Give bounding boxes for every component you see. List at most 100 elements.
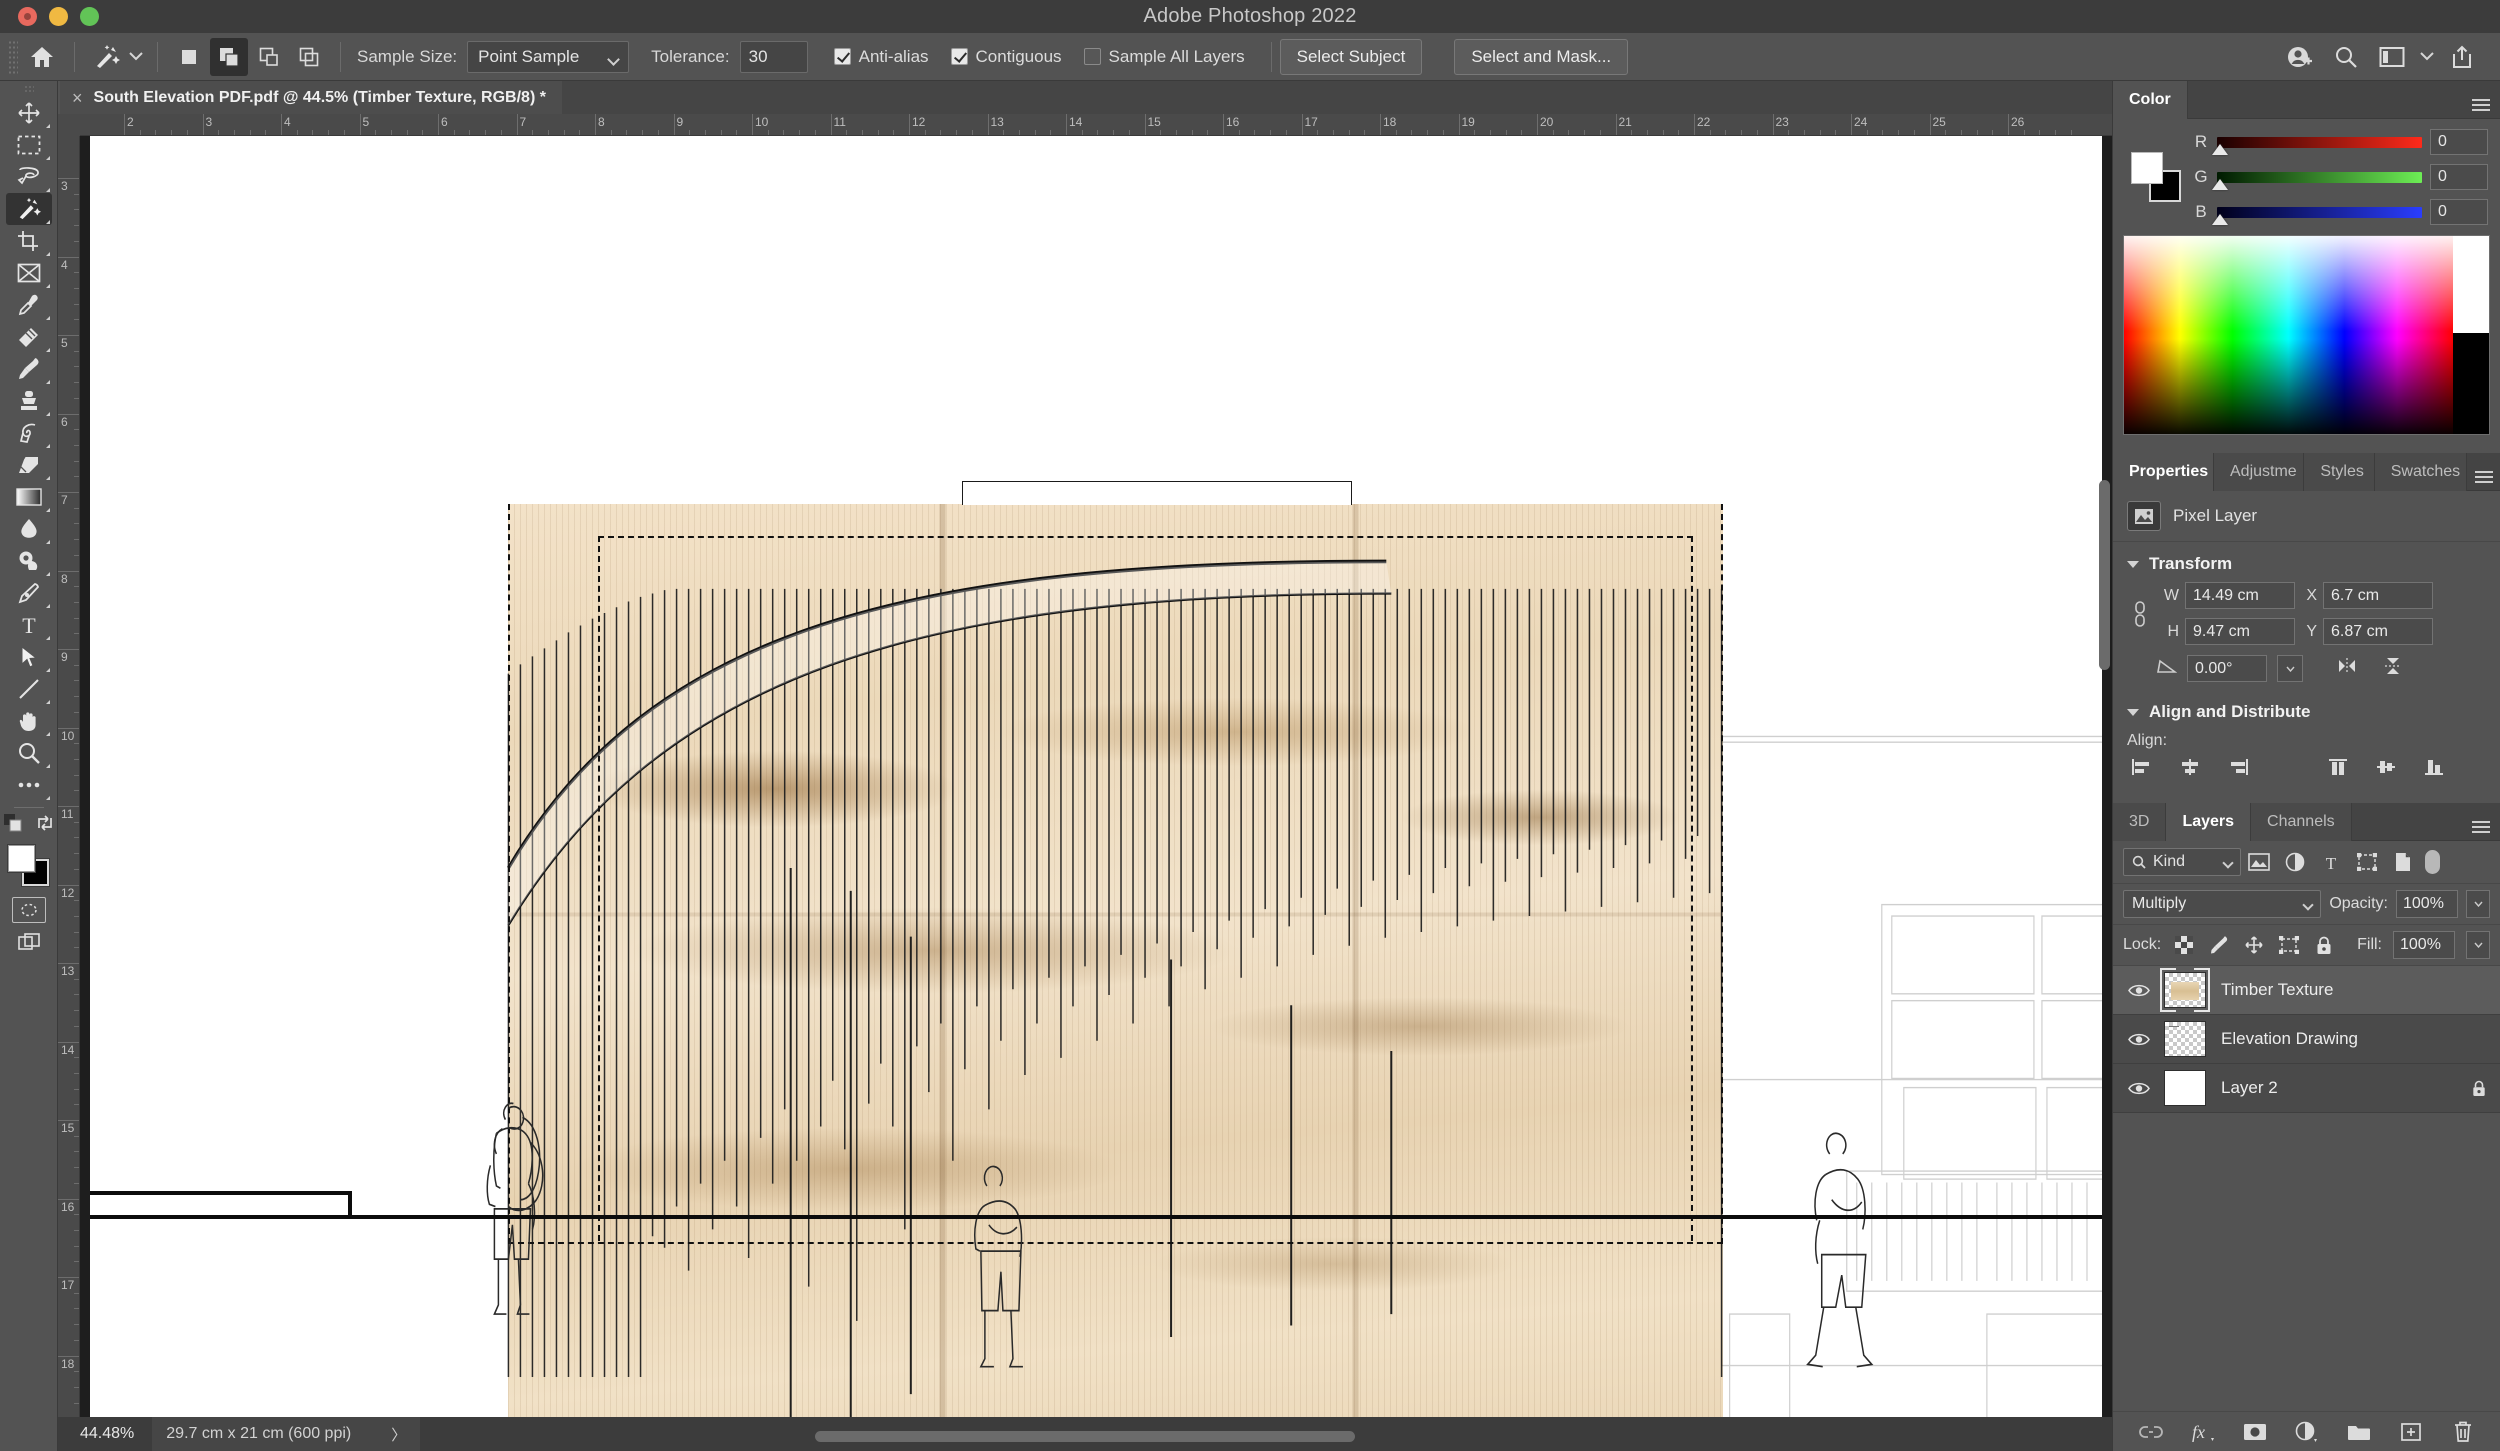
shape-filter-icon[interactable] — [2349, 848, 2385, 876]
spot-healing-brush-tool[interactable] — [6, 321, 52, 353]
tab-properties[interactable]: Properties — [2113, 452, 2214, 491]
new-selection-button[interactable] — [170, 38, 208, 76]
rectangular-marquee-tool[interactable] — [6, 129, 52, 161]
anti-alias-checkbox[interactable]: Anti-alias — [833, 47, 929, 67]
delete-layer-icon[interactable] — [2450, 1419, 2476, 1445]
eraser-tool[interactable] — [6, 449, 52, 481]
blue-slider-row[interactable]: B 0 — [2193, 199, 2488, 225]
layer-visibility-toggle[interactable] — [2119, 1032, 2159, 1047]
green-slider-track[interactable] — [2212, 171, 2422, 190]
blue-slider-track[interactable] — [2212, 206, 2422, 225]
add-to-selection-button[interactable] — [210, 37, 248, 76]
chevron-down-icon[interactable] — [2127, 560, 2139, 568]
fill-input[interactable]: 100% — [2393, 931, 2455, 959]
edit-toolbar-tool[interactable] — [6, 769, 52, 801]
layer-thumbnail[interactable] — [2159, 1021, 2211, 1057]
screen-mode-icon[interactable] — [12, 929, 46, 955]
align-left-edges-icon[interactable] — [2131, 758, 2153, 781]
select-and-mask-button[interactable]: Select and Mask... — [1454, 38, 1629, 75]
layer-visibility-toggle[interactable] — [2119, 1081, 2159, 1096]
blur-tool[interactable] — [6, 513, 52, 545]
tab-styles[interactable]: Styles — [2304, 452, 2375, 491]
select-subject-button[interactable]: Select Subject — [1279, 38, 1423, 75]
align-vertical-centers-icon[interactable] — [2375, 758, 2397, 781]
foreground-swatch[interactable] — [2131, 152, 2163, 184]
align-horizontal-centers-icon[interactable] — [2179, 758, 2201, 781]
x-input[interactable]: 6.7 cm — [2323, 582, 2433, 609]
document-size-info[interactable]: 29.7 cm x 21 cm (600 ppi) 〉 — [152, 1417, 421, 1451]
layer-name[interactable]: Layer 2 — [2211, 1078, 2464, 1098]
default-colors-icon[interactable] — [3, 814, 22, 837]
tab-layers[interactable]: Layers — [2166, 802, 2252, 841]
canvas-horizontal-scrollbar[interactable] — [815, 1431, 1355, 1442]
zoom-tool[interactable] — [6, 737, 52, 769]
smart-object-filter-icon[interactable] — [2385, 848, 2421, 876]
document-canvas[interactable] — [90, 136, 2102, 1417]
lasso-tool[interactable] — [6, 161, 52, 193]
workspace-chevron-down-icon[interactable] — [2418, 38, 2436, 76]
tool-preset-chevron-down-icon[interactable] — [127, 38, 145, 76]
color-panel-menu-icon[interactable] — [2462, 81, 2500, 119]
tab-adjustments[interactable]: Adjustme — [2214, 452, 2305, 491]
quick-mask-icon[interactable] — [11, 897, 46, 923]
subtract-from-selection-button[interactable] — [250, 38, 288, 76]
canvas-vertical-scrollbar[interactable] — [2099, 480, 2110, 670]
opacity-dropdown[interactable] — [2466, 890, 2490, 918]
tab-color[interactable]: Color — [2113, 80, 2188, 119]
adjustment-filter-icon[interactable] — [2277, 848, 2313, 876]
blue-value-field[interactable]: 0 — [2430, 199, 2488, 225]
red-value-field[interactable]: 0 — [2430, 129, 2488, 155]
clone-stamp-tool[interactable] — [6, 385, 52, 417]
transform-section-header[interactable]: Transform — [2113, 550, 2500, 582]
workspace-icon[interactable] — [2372, 38, 2412, 76]
chevron-down-icon[interactable] — [2127, 708, 2139, 716]
zoom-level[interactable]: 44.48% — [58, 1425, 152, 1443]
vertical-ruler[interactable]: 3 4 5 6 7 8 9 10 11 12 13 14 15 16 17 18 — [58, 136, 80, 1417]
new-layer-icon[interactable] — [2398, 1419, 2424, 1445]
lock-image-pixels-icon[interactable] — [2207, 933, 2231, 957]
color-panel-swatches[interactable] — [2131, 152, 2183, 204]
sample-all-layers-checkbox[interactable]: Sample All Layers — [1083, 47, 1245, 67]
lock-position-icon[interactable] — [2242, 933, 2266, 957]
swap-colors-icon[interactable] — [36, 814, 54, 837]
angle-input[interactable]: 0.00° — [2187, 655, 2267, 682]
layer-thumbnail[interactable] — [2159, 968, 2211, 1012]
home-icon[interactable] — [22, 38, 62, 76]
lock-artboard-nesting-icon[interactable] — [2277, 933, 2301, 957]
tolerance-input[interactable]: 30 — [739, 40, 808, 73]
hand-tool[interactable] — [6, 705, 52, 737]
new-group-icon[interactable] — [2346, 1419, 2372, 1445]
options-bar-grip[interactable] — [8, 39, 18, 74]
add-user-icon[interactable] — [2280, 38, 2320, 76]
green-value-field[interactable]: 0 — [2430, 164, 2488, 190]
red-slider-row[interactable]: R 0 — [2193, 129, 2488, 155]
y-input[interactable]: 6.87 cm — [2323, 618, 2433, 645]
gradient-tool[interactable] — [6, 481, 52, 513]
chevron-right-icon[interactable]: 〉 — [391, 1424, 406, 1445]
layers-panel-menu-icon[interactable] — [2462, 803, 2500, 841]
horizontal-ruler[interactable]: 2 3 4 5 6 7 8 9 10 11 12 13 14 15 16 17 18 19 20 21 22 23 24 25… — [58, 114, 2112, 136]
layer-style-fx-icon[interactable]: fx — [2190, 1419, 2216, 1445]
align-right-edges-icon[interactable] — [2227, 758, 2249, 781]
lock-all-icon[interactable] — [2312, 933, 2336, 957]
blend-mode-select[interactable]: Multiply — [2123, 890, 2322, 918]
new-adjustment-layer-icon[interactable] — [2294, 1419, 2320, 1445]
type-filter-icon[interactable]: T — [2313, 848, 2349, 876]
red-slider-track[interactable] — [2212, 136, 2422, 155]
filter-toggle-switch[interactable] — [2421, 848, 2443, 876]
sample-size-select[interactable]: Point Sample — [467, 40, 630, 73]
add-layer-mask-icon[interactable] — [2242, 1419, 2268, 1445]
pixel-filter-icon[interactable] — [2241, 848, 2277, 876]
brush-tool[interactable] — [6, 353, 52, 385]
close-icon[interactable]: × — [72, 89, 83, 107]
link-layers-icon[interactable] — [2138, 1419, 2164, 1445]
layer-name[interactable]: Elevation Drawing — [2211, 1029, 2464, 1049]
flip-vertical-icon[interactable] — [2383, 656, 2403, 681]
layer-visibility-toggle[interactable] — [2119, 983, 2159, 998]
canvas-area[interactable] — [80, 136, 2112, 1417]
color-spectrum[interactable] — [2123, 235, 2490, 435]
ruler-corner[interactable] — [58, 114, 80, 136]
link-aspect-ratio-icon[interactable] — [2123, 599, 2157, 629]
move-tool[interactable] — [6, 97, 52, 129]
layer-thumbnail[interactable] — [2159, 1070, 2211, 1106]
